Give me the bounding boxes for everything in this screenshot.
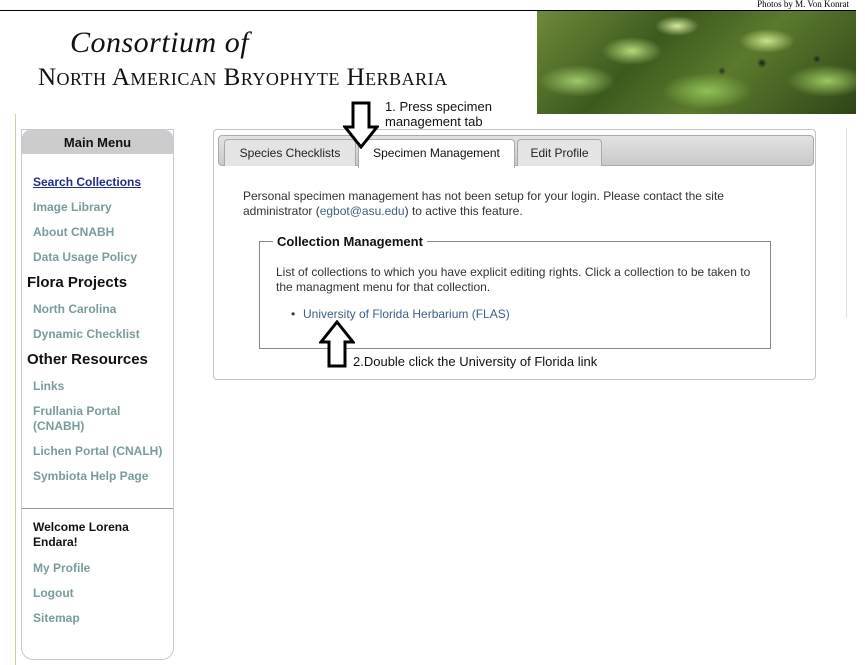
collection-list-item: • University of Florida Herbarium (FLAS)	[291, 307, 510, 321]
sidebar-link-logout[interactable]: Logout	[33, 586, 74, 601]
bullet-icon: •	[291, 307, 296, 321]
tab-specimen-management[interactable]: Specimen Management	[358, 139, 515, 168]
tab-species-checklists[interactable]: Species Checklists	[224, 139, 356, 166]
annotation-step2: 2.Double click the University of Florida…	[353, 354, 598, 369]
welcome-message: Welcome Lorena Endara!	[33, 520, 129, 549]
main-menu-header: Main Menu	[22, 130, 173, 154]
sidebar-link-data-usage-policy[interactable]: Data Usage Policy	[33, 250, 137, 265]
profile-panel: Species Checklists Specimen Management E…	[213, 129, 816, 380]
sidebar-link-about-cnabh[interactable]: About CNABH	[33, 225, 114, 240]
sidebar-divider	[22, 508, 173, 509]
tab-edit-profile[interactable]: Edit Profile	[517, 139, 602, 166]
sidebar-link-search-collections[interactable]: Search Collections	[33, 175, 141, 190]
sidebar-link-sitemap[interactable]: Sitemap	[33, 611, 80, 626]
sidebar-link-my-profile[interactable]: My Profile	[33, 561, 90, 576]
collection-management-description: List of collections to which you have ex…	[276, 265, 751, 294]
banner-moss-photo	[537, 11, 856, 114]
page-left-border	[15, 114, 16, 665]
sidebar-link-frullania-portal[interactable]: Frullania Portal (CNABH)	[33, 404, 143, 434]
admin-email-link[interactable]: egbot@asu.edu	[320, 204, 405, 218]
setup-message: Personal specimen management has not bee…	[243, 189, 783, 219]
sidebar-link-image-library[interactable]: Image Library	[33, 200, 112, 215]
sidebar-link-links[interactable]: Links	[33, 379, 64, 394]
site-title-line2: North American Bryophyte Herbaria	[38, 64, 448, 91]
collection-link-ufl-herbarium[interactable]: University of Florida Herbarium (FLAS)	[303, 307, 510, 321]
sidebar-link-symbiota-help[interactable]: Symbiota Help Page	[33, 469, 148, 484]
sidebar-link-north-carolina[interactable]: North Carolina	[33, 302, 116, 317]
sidebar-section-flora-projects: Flora Projects	[27, 274, 128, 291]
tab-bar: Species Checklists Specimen Management E…	[218, 135, 814, 168]
sidebar-section-other-resources: Other Resources	[27, 351, 148, 368]
page-right-border	[846, 128, 847, 318]
sidebar-link-lichen-portal[interactable]: Lichen Portal (CNALH)	[33, 444, 162, 459]
down-arrow-icon	[343, 101, 379, 149]
sidebar-link-dynamic-checklist[interactable]: Dynamic Checklist	[33, 327, 140, 342]
up-arrow-icon	[319, 320, 355, 368]
photo-credit: Photos by M. Von Konrat	[757, 0, 849, 9]
collection-management-legend: Collection Management	[273, 234, 427, 249]
sidebar-main-menu: Main Menu Search Collections Image Libra…	[21, 129, 174, 660]
setup-message-tail: ) to active this feature.	[404, 204, 523, 218]
site-title-line1: Consortium of	[70, 26, 250, 59]
annotation-step1: 1. Press specimen management tab	[385, 99, 492, 129]
